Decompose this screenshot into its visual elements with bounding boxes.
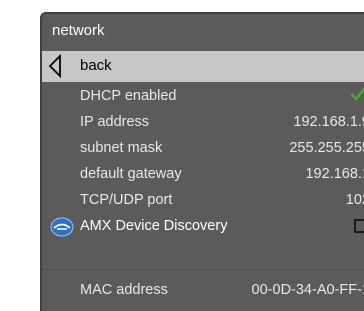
- checkbox-icon[interactable]: [354, 219, 364, 233]
- ip-address-value[interactable]: 192.168.1.9: [293, 114, 364, 130]
- dhcp-enabled-label: DHCP enabled: [80, 88, 177, 104]
- default-gateway-row[interactable]: default gateway 192.168.1: [42, 162, 364, 188]
- section-divider: [42, 269, 364, 270]
- subnet-mask-row[interactable]: subnet mask 255.255.255: [42, 136, 364, 162]
- tcp-udp-port-row[interactable]: TCP/UDP port 102: [42, 188, 364, 214]
- network-settings-panel: network back DHCP enabled IP address 192…: [40, 12, 364, 311]
- amx-logo-icon: [50, 217, 74, 237]
- dhcp-enabled-row[interactable]: DHCP enabled: [42, 84, 364, 110]
- chevron-left-icon: [48, 54, 61, 78]
- default-gateway-value[interactable]: 192.168.1: [305, 166, 364, 182]
- back-button[interactable]: back: [42, 51, 364, 82]
- panel-title: network: [52, 22, 105, 39]
- subnet-mask-value[interactable]: 255.255.255: [289, 140, 364, 156]
- tcp-udp-port-value[interactable]: 102: [346, 192, 364, 208]
- mac-address-row: MAC address 00-0D-34-A0-FF-1: [42, 278, 364, 304]
- ip-address-row[interactable]: IP address 192.168.1.9: [42, 110, 364, 136]
- amx-discovery-label: AMX Device Discovery: [80, 218, 228, 234]
- mac-address-value: 00-0D-34-A0-FF-1: [251, 282, 364, 298]
- mac-address-label: MAC address: [80, 282, 168, 298]
- ip-address-label: IP address: [80, 114, 150, 130]
- amx-discovery-row[interactable]: AMX Device Discovery: [42, 214, 364, 240]
- tcp-udp-port-label: TCP/UDP port: [80, 192, 173, 208]
- subnet-mask-label: subnet mask: [80, 140, 163, 156]
- checkmark-icon[interactable]: [350, 86, 364, 102]
- default-gateway-label: default gateway: [80, 166, 182, 182]
- back-label: back: [80, 57, 112, 74]
